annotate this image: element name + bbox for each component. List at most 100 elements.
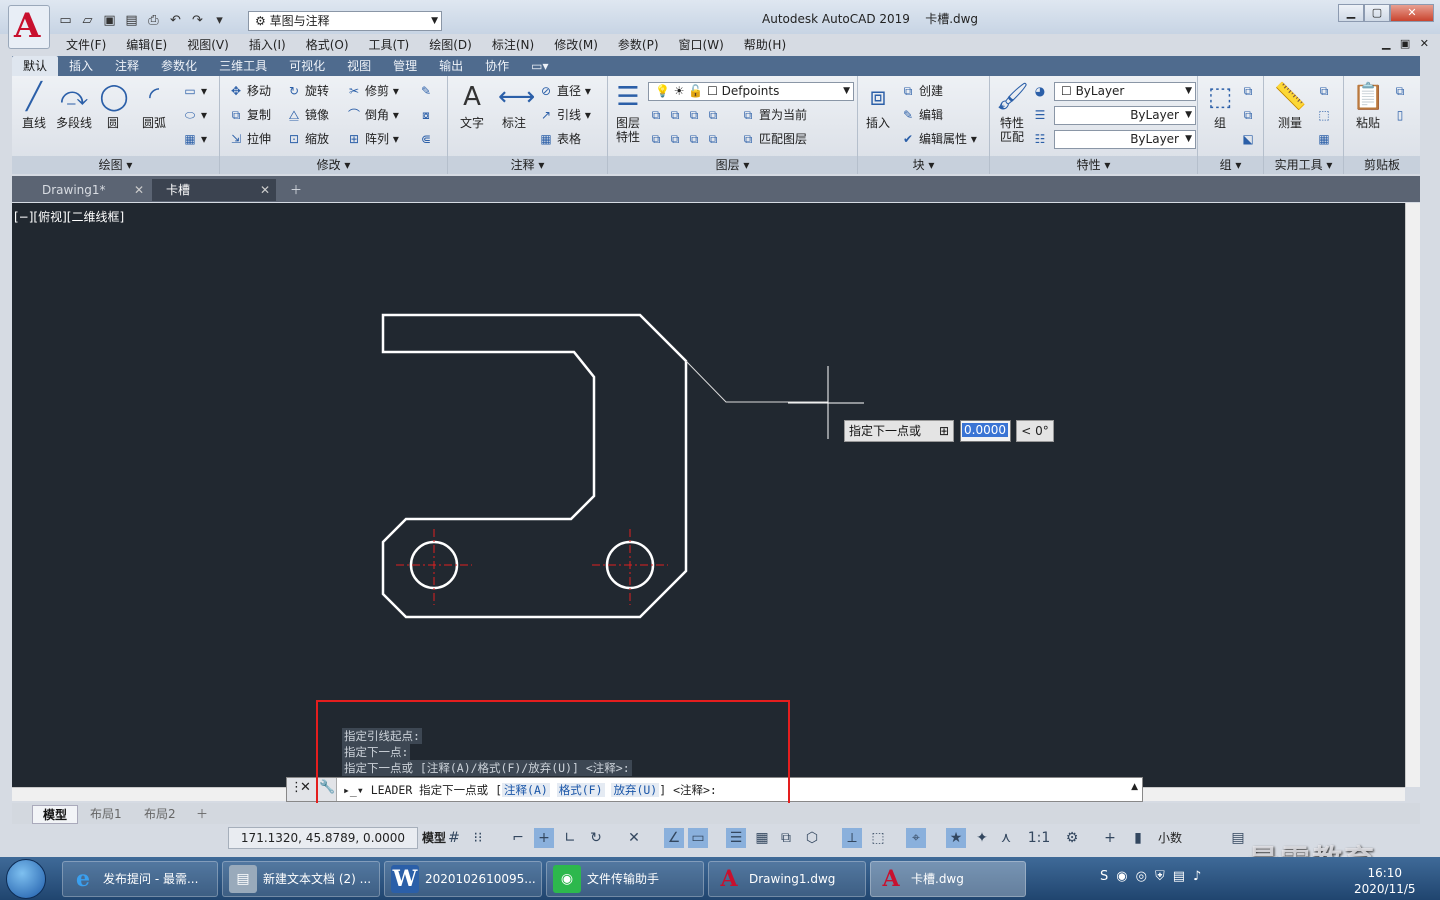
layout-tab-2[interactable]: 布局2	[134, 805, 186, 824]
dimension-button[interactable]: ⟷ 标注	[496, 82, 535, 130]
linetype-dropdown[interactable]: ByLayer ▼	[1054, 106, 1196, 125]
gizmo-icon[interactable]: ⬚	[868, 828, 888, 848]
layer-tools-row2[interactable]: ⧉ ⧉ ⧉ ⧉	[648, 130, 724, 148]
taskbar-item-ie[interactable]: e 发布提问 - 最需...	[62, 861, 218, 897]
paste-button[interactable]: 📋 粘贴	[1350, 82, 1386, 130]
minimize-button[interactable]: ▁	[1338, 4, 1364, 22]
dynamic-input-angle[interactable]: < 0°	[1016, 420, 1054, 442]
netease-icon[interactable]: ◎	[1136, 869, 1147, 884]
match-properties-button[interactable]: 🖌 特性 匹配	[994, 82, 1030, 144]
units-icon[interactable]: ▮	[1128, 828, 1148, 848]
close-button[interactable]: ✕	[1390, 4, 1434, 22]
group-button[interactable]: ⬚ 组	[1202, 82, 1238, 130]
mirror-button[interactable]: ⧋ 镜像	[286, 106, 329, 124]
color-wheel-icon[interactable]: ◕	[1032, 82, 1051, 100]
color-dropdown[interactable]: ☐ ByLayer ▼	[1054, 82, 1196, 101]
panel-title-modify[interactable]: 修改 ▾	[220, 156, 447, 174]
workspace-gear-icon[interactable]: ⚙	[1062, 828, 1082, 848]
auto-scale-icon[interactable]: ✦	[972, 828, 992, 848]
menu-help[interactable]: 帮助(H)	[734, 36, 796, 54]
menu-view[interactable]: 视图(V)	[177, 36, 239, 54]
tab-view[interactable]: 视图	[336, 56, 382, 76]
save-as-icon[interactable]: ▤	[122, 12, 141, 30]
copy-clip-icon[interactable]: ▯	[1392, 106, 1411, 124]
rotate-button[interactable]: ↻ 旋转	[286, 82, 329, 100]
panel-title-utilities[interactable]: 实用工具 ▾	[1264, 156, 1343, 174]
text-button[interactable]: A 文字	[454, 82, 490, 130]
doc-tab-drawing1[interactable]: Drawing1* ✕	[12, 179, 150, 201]
history-expand-icon[interactable]: ▲	[1131, 782, 1138, 792]
cut-icon[interactable]: ⧉	[1392, 82, 1411, 100]
mdi-controls[interactable]: ▁ ▣ ✕	[1382, 37, 1432, 50]
tab-3d-tools[interactable]: 三维工具	[208, 56, 278, 76]
open-icon[interactable]: ▱	[78, 12, 97, 30]
move-button[interactable]: ✥ 移动	[228, 82, 271, 100]
doc-tab-kacao[interactable]: 卡槽 ✕	[152, 179, 276, 201]
infer-icon[interactable]: ⌐	[508, 828, 528, 848]
match-layer-button[interactable]: ⧉ 匹配图层	[740, 130, 807, 148]
tab-parametric[interactable]: 参数化	[150, 56, 208, 76]
explode-icon[interactable]: ⧇	[418, 106, 437, 124]
leader-button[interactable]: ↗ 引线 ▾	[538, 106, 591, 124]
lineweight-dropdown[interactable]: ByLayer ▼	[1054, 130, 1196, 149]
group-select-icon[interactable]: ⬕	[1240, 130, 1259, 148]
new-icon[interactable]: ▭	[56, 12, 75, 30]
annotation-scale-icon[interactable]: ★	[946, 828, 966, 848]
polyline-button[interactable]: ⤼ 多段线	[52, 82, 96, 130]
panel-title-block[interactable]: 块 ▾	[858, 156, 989, 174]
trim-button[interactable]: ✂ 修剪 ▾	[346, 82, 399, 100]
transparency-icon[interactable]: ☰	[726, 828, 746, 848]
annotation-scale-value[interactable]: 1:1	[1022, 828, 1056, 848]
volume-icon[interactable]: ♪	[1193, 869, 1201, 884]
model-space-toggle[interactable]: 模型	[422, 829, 446, 846]
selection-cycling-icon[interactable]: ▦	[752, 828, 772, 848]
network-icon[interactable]: ▤	[1173, 869, 1185, 884]
layer-tools-row1[interactable]: ⧉ ⧉ ⧉ ⧉	[648, 106, 724, 124]
close-tab-icon[interactable]: ✕	[260, 179, 270, 201]
workspace-dropdown[interactable]: ⚙ 草图与注释 ▼	[248, 11, 442, 31]
create-block-button[interactable]: ⧉ 创建	[900, 82, 943, 100]
redo-icon[interactable]: ↷	[188, 12, 207, 30]
clock[interactable]: 16:10 2020/11/5	[1354, 865, 1416, 897]
plus-icon[interactable]: +	[1100, 828, 1120, 848]
quick-select-icon[interactable]: ⧉	[1316, 82, 1335, 100]
units-dropdown[interactable]: 小数	[1158, 829, 1182, 846]
menu-draw[interactable]: 绘图(D)	[419, 36, 482, 54]
copy-button[interactable]: ⧉ 复制	[228, 106, 271, 124]
options-icon[interactable]: ⊞	[939, 421, 949, 441]
panel-title-annotation[interactable]: 注释 ▾	[448, 156, 607, 174]
quick-properties-icon[interactable]: ▤	[1228, 828, 1248, 848]
circle-button[interactable]: ◯ 圆	[98, 82, 128, 130]
taskbar-item-notepad[interactable]: ▤ 新建文本文档 (2) ...	[222, 861, 380, 897]
group-tool-icon[interactable]: ⧉	[1240, 82, 1259, 100]
dynamic-ucs-icon[interactable]: ⬡	[802, 828, 822, 848]
layout-tab-1[interactable]: 布局1	[80, 805, 132, 824]
close-command-icon[interactable]: ✕	[300, 780, 311, 795]
undo-icon[interactable]: ↶	[166, 12, 185, 30]
dynamic-input-length[interactable]: 0.0000	[960, 420, 1011, 442]
save-icon[interactable]: ▣	[100, 12, 119, 30]
vertical-scrollbar[interactable]	[1405, 203, 1420, 787]
menu-file[interactable]: 文件(F)	[56, 36, 116, 54]
menu-tools[interactable]: 工具(T)	[359, 36, 420, 54]
coordinate-readout[interactable]: 171.1320, 45.8789, 0.0000	[228, 827, 418, 849]
linetype-icon[interactable]: ☷	[1032, 130, 1051, 148]
edit-block-button[interactable]: ✎ 编辑	[900, 106, 943, 124]
tab-default[interactable]: 默认	[12, 56, 59, 76]
wechat-tray-icon[interactable]: ◉	[1116, 869, 1127, 884]
taskbar-item-drawing1[interactable]: A Drawing1.dwg	[708, 861, 866, 897]
arc-button[interactable]: ◜ 圆弧	[136, 82, 172, 130]
tab-annotate[interactable]: 注释	[104, 56, 150, 76]
edit-attr-button[interactable]: ✔ 编辑属性 ▾	[900, 130, 977, 148]
tab-output[interactable]: 输出	[428, 56, 474, 76]
snap-icon[interactable]: ⁝⁝	[468, 828, 488, 848]
layer-properties-button[interactable]: ☰ 图层 特性	[610, 82, 646, 144]
add-layout-button[interactable]: ＋	[186, 805, 218, 824]
menu-format[interactable]: 格式(O)	[296, 36, 359, 54]
layer-dropdown[interactable]: 💡 ☀ 🔓 ☐ Defpoints ▼	[648, 82, 854, 101]
selection-filter-icon[interactable]: ⟂	[842, 828, 862, 848]
ellipse-icon[interactable]: ⬭ ▾	[182, 106, 207, 124]
new-tab-button[interactable]: ＋	[284, 179, 308, 201]
maximize-button[interactable]: ▢	[1364, 4, 1390, 22]
taskbar-item-kacao[interactable]: A 卡槽.dwg	[870, 861, 1026, 897]
